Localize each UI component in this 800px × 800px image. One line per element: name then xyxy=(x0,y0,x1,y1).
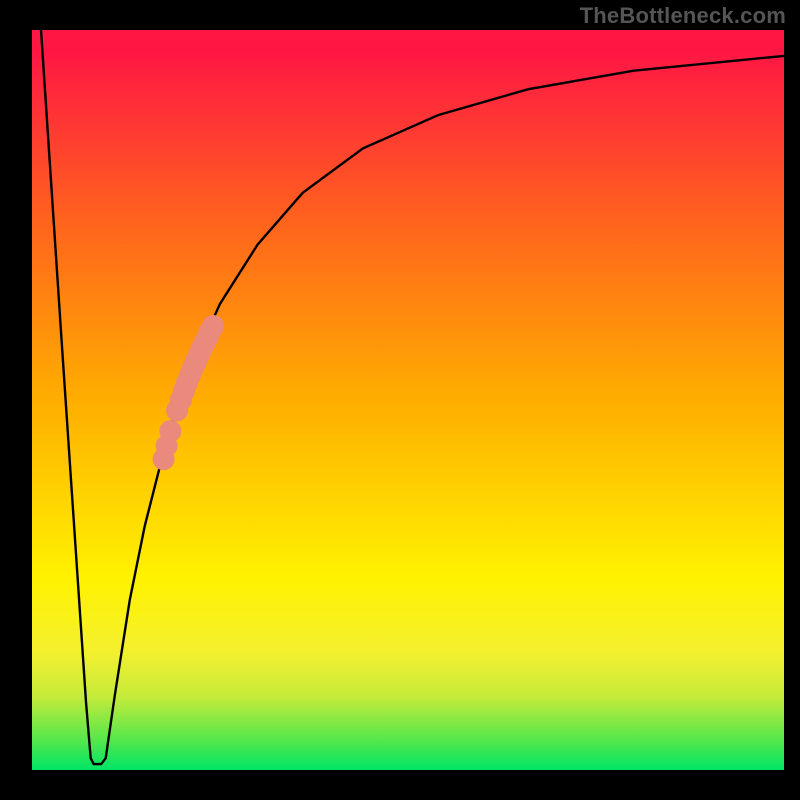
plot-background xyxy=(32,30,784,770)
bottleneck-chart xyxy=(0,0,800,800)
highlight-dot xyxy=(159,420,181,442)
chart-root: TheBottleneck.com xyxy=(0,0,800,800)
highlight-dot xyxy=(202,315,224,337)
